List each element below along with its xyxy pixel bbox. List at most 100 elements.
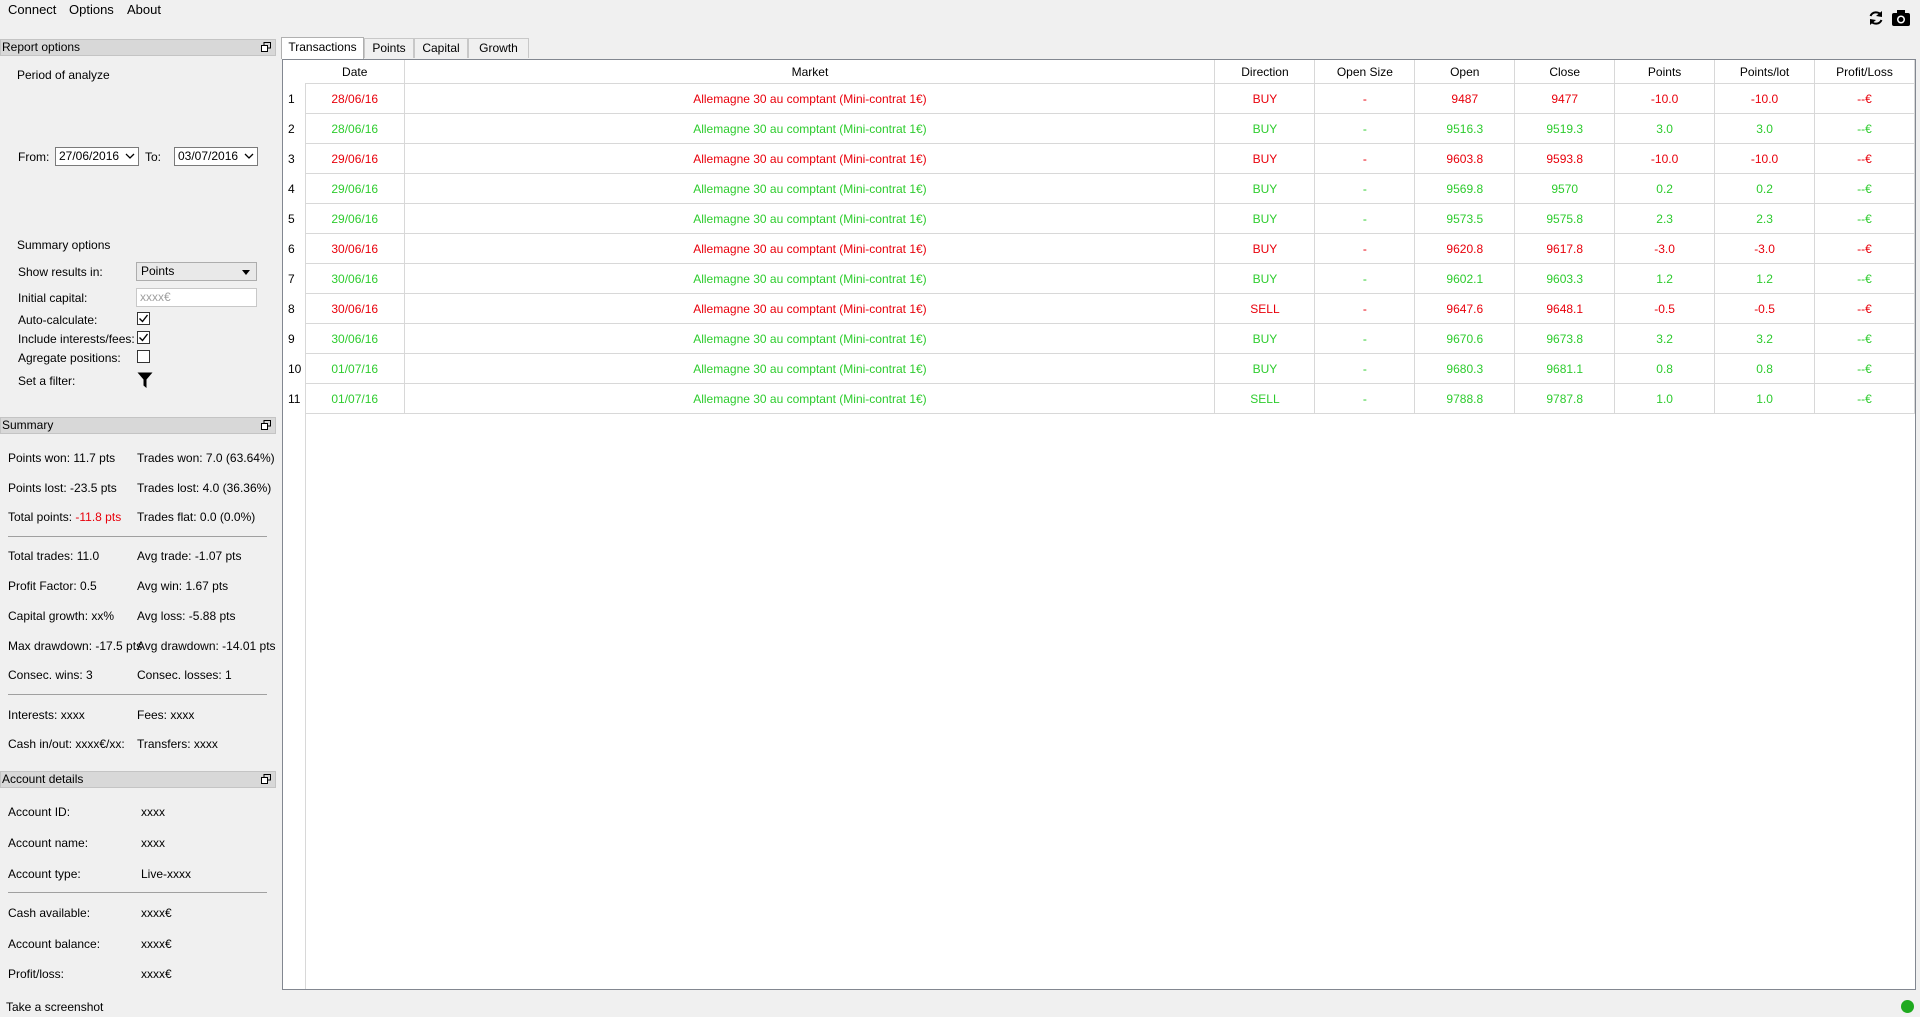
table-cell[interactable]: 9477 [1514, 83, 1616, 114]
table-cell[interactable]: - [1314, 293, 1416, 324]
row-number[interactable]: 5 [288, 212, 295, 226]
table-cell[interactable]: Allemagne 30 au comptant (Mini-contrat 1… [404, 263, 1216, 294]
table-cell[interactable]: 9570 [1514, 173, 1616, 204]
table-cell[interactable]: 3.2 [1714, 323, 1815, 354]
table-row[interactable]: 29/06/16 Allemagne 30 au comptant (Mini-c… [305, 173, 1915, 204]
table-cell[interactable]: --€ [1814, 233, 1915, 264]
table-cell[interactable]: --€ [1814, 83, 1915, 114]
table-cell[interactable]: - [1314, 233, 1416, 264]
table-cell[interactable]: 9647.6 [1414, 293, 1516, 324]
table-cell[interactable]: Allemagne 30 au comptant (Mini-contrat 1… [404, 83, 1216, 114]
table-cell[interactable]: 0.2 [1614, 173, 1716, 204]
table-row[interactable]: 30/06/16 Allemagne 30 au comptant (Mini-c… [305, 233, 1915, 264]
to-date-input[interactable]: 03/07/2016 [174, 147, 258, 166]
table-cell[interactable]: 9569.8 [1414, 173, 1516, 204]
table-cell[interactable]: -10.0 [1614, 143, 1716, 174]
table-cell[interactable]: BUY [1214, 323, 1316, 354]
from-date-input[interactable]: 27/06/2016 [55, 147, 139, 166]
table-row[interactable]: 01/07/16 Allemagne 30 au comptant (Mini-c… [305, 383, 1915, 414]
table-cell[interactable]: -3.0 [1614, 233, 1716, 264]
chevron-down-icon[interactable] [244, 150, 254, 162]
table-cell[interactable]: Allemagne 30 au comptant (Mini-contrat 1… [404, 113, 1216, 144]
dock-float-icon[interactable] [261, 42, 271, 52]
table-cell[interactable]: BUY [1214, 113, 1316, 144]
table-cell[interactable]: --€ [1814, 323, 1915, 354]
table-cell[interactable]: Allemagne 30 au comptant (Mini-contrat 1… [404, 353, 1216, 384]
table-cell[interactable]: Allemagne 30 au comptant (Mini-contrat 1… [404, 173, 1216, 204]
column-header[interactable]: Profit/Loss [1814, 60, 1915, 84]
table-cell[interactable]: 30/06/16 [305, 323, 406, 354]
table-cell[interactable]: - [1314, 383, 1416, 414]
table-cell[interactable]: Allemagne 30 au comptant (Mini-contrat 1… [404, 383, 1216, 414]
table-cell[interactable]: BUY [1214, 353, 1316, 384]
table-row[interactable]: 30/06/16 Allemagne 30 au comptant (Mini-c… [305, 263, 1915, 294]
table-cell[interactable]: Allemagne 30 au comptant (Mini-contrat 1… [404, 203, 1216, 234]
table-cell[interactable]: 0.8 [1614, 353, 1716, 384]
row-number[interactable]: 10 [288, 362, 301, 376]
table-cell[interactable]: BUY [1214, 263, 1316, 294]
row-number[interactable]: 6 [288, 242, 295, 256]
table-cell[interactable]: 30/06/16 [305, 263, 406, 294]
table-cell[interactable]: BUY [1214, 143, 1316, 174]
table-cell[interactable]: - [1314, 173, 1416, 204]
table-cell[interactable]: 9787.8 [1514, 383, 1616, 414]
aggregate-checkbox[interactable] [137, 350, 150, 363]
table-cell[interactable]: --€ [1814, 143, 1915, 174]
table-cell[interactable]: - [1314, 353, 1416, 384]
table-cell[interactable]: 1.0 [1614, 383, 1716, 414]
table-cell[interactable]: Allemagne 30 au comptant (Mini-contrat 1… [404, 323, 1216, 354]
table-cell[interactable]: - [1314, 323, 1416, 354]
table-cell[interactable]: -3.0 [1714, 233, 1815, 264]
table-cell[interactable]: 9670.6 [1414, 323, 1516, 354]
table-cell[interactable]: -10.0 [1614, 83, 1716, 114]
table-cell[interactable]: - [1314, 113, 1416, 144]
table-cell[interactable]: 29/06/16 [305, 203, 406, 234]
table-cell[interactable]: 3.0 [1714, 113, 1815, 144]
camera-icon[interactable] [1891, 8, 1911, 28]
table-cell[interactable]: 9603.8 [1414, 143, 1516, 174]
table-row[interactable]: 28/06/16 Allemagne 30 au comptant (Mini-c… [305, 83, 1915, 114]
dock-float-icon[interactable] [261, 774, 271, 784]
initial-capital-input[interactable]: xxxx€ [136, 288, 257, 307]
table-cell[interactable]: 29/06/16 [305, 143, 406, 174]
table-cell[interactable]: BUY [1214, 233, 1316, 264]
table-cell[interactable]: --€ [1814, 383, 1915, 414]
table-cell[interactable]: 01/07/16 [305, 383, 406, 414]
table-cell[interactable]: -0.5 [1714, 293, 1815, 324]
chevron-down-icon[interactable] [125, 150, 135, 162]
table-cell[interactable]: 9681.1 [1514, 353, 1616, 384]
refresh-icon[interactable] [1866, 8, 1886, 28]
column-header[interactable]: Open [1414, 60, 1516, 84]
table-row[interactable]: 28/06/16 Allemagne 30 au comptant (Mini-c… [305, 113, 1915, 144]
table-cell[interactable]: 30/06/16 [305, 293, 406, 324]
tab-capital[interactable]: Capital [414, 38, 468, 58]
table-row[interactable]: 01/07/16 Allemagne 30 au comptant (Mini-c… [305, 353, 1915, 384]
table-cell[interactable]: -0.5 [1614, 293, 1716, 324]
table-cell[interactable]: 2.3 [1614, 203, 1716, 234]
tab-transactions[interactable]: Transactions [281, 37, 364, 59]
tab-growth[interactable]: Growth [468, 38, 529, 58]
menu-connect[interactable]: Connect [8, 2, 56, 17]
table-cell[interactable]: - [1314, 143, 1416, 174]
column-header[interactable]: Points [1614, 60, 1716, 84]
table-cell[interactable]: - [1314, 83, 1416, 114]
table-cell[interactable]: 9575.8 [1514, 203, 1616, 234]
table-cell[interactable]: 1.2 [1714, 263, 1815, 294]
table-cell[interactable]: Allemagne 30 au comptant (Mini-contrat 1… [404, 293, 1216, 324]
table-cell[interactable]: SELL [1214, 383, 1316, 414]
table-cell[interactable]: --€ [1814, 113, 1915, 144]
table-cell[interactable]: Allemagne 30 au comptant (Mini-contrat 1… [404, 233, 1216, 264]
row-number[interactable]: 4 [288, 182, 295, 196]
column-header[interactable]: Close [1514, 60, 1616, 84]
row-number[interactable]: 1 [288, 92, 295, 106]
table-cell[interactable]: --€ [1814, 203, 1915, 234]
column-header[interactable]: Market [404, 60, 1216, 84]
table-cell[interactable]: 3.0 [1614, 113, 1716, 144]
row-number[interactable]: 9 [288, 332, 295, 346]
table-cell[interactable]: 28/06/16 [305, 83, 406, 114]
column-header[interactable]: Date [305, 60, 406, 84]
table-cell[interactable]: 3.2 [1614, 323, 1716, 354]
include-fees-checkbox[interactable] [137, 331, 150, 344]
table-row[interactable]: 29/06/16 Allemagne 30 au comptant (Mini-c… [305, 143, 1915, 174]
auto-calculate-checkbox[interactable] [137, 312, 150, 325]
